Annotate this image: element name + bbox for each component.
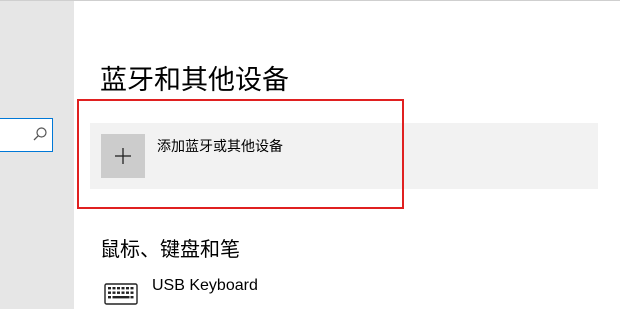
search-input[interactable]: [0, 118, 53, 152]
window-top-border: [0, 0, 620, 1]
add-device-tile[interactable]: [101, 134, 145, 178]
page-title: 蓝牙和其他设备: [100, 65, 289, 96]
plus-icon: [115, 148, 131, 164]
device-name: USB Keyboard: [152, 277, 258, 294]
search-icon[interactable]: [30, 125, 50, 145]
keyboard-icon: [104, 283, 138, 305]
section-heading-mouse-keyboard-pen: 鼠标、键盘和笔: [100, 237, 240, 261]
add-device-label: 添加蓝牙或其他设备: [157, 139, 283, 155]
add-device-button[interactable]: 添加蓝牙或其他设备: [90, 123, 598, 189]
device-item-usb-keyboard[interactable]: USB Keyboard: [100, 274, 400, 309]
sidebar: [0, 1, 74, 309]
